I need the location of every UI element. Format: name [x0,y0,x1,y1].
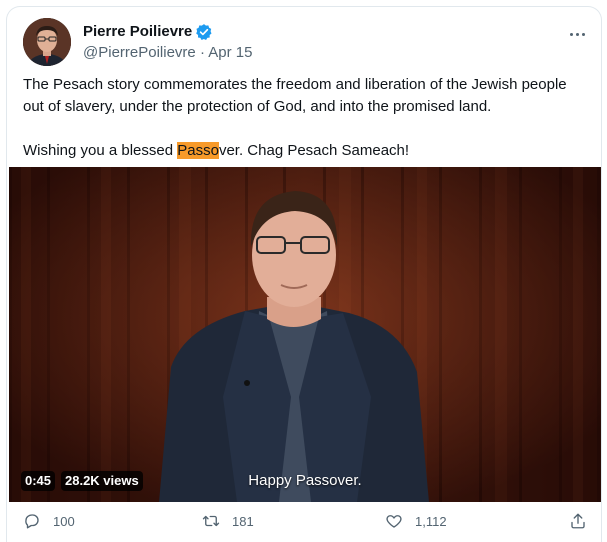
meta-separator: · [199,44,205,61]
reply-count: 100 [53,513,75,529]
more-icon[interactable] [565,25,589,43]
author-handle[interactable]: @PierrePoilievre [83,44,196,61]
like-button[interactable]: 1,112 [385,512,447,530]
tweet-date[interactable]: Apr 15 [208,44,252,61]
tweet-card[interactable]: Pierre Poilievre @PierrePoilievre · Apr … [6,6,602,542]
tweet-text-after-highlight: ver. Chag Pesach Sameach! [218,142,410,159]
video-caption: Happy Passover. [248,472,362,489]
reply-button[interactable]: 100 [23,512,75,530]
share-icon [569,512,587,530]
search-highlight: Passo [177,142,219,159]
retweet-icon [202,512,220,530]
video-player[interactable]: 0:45 28.2K views Happy Passover. [9,167,601,502]
tweet-text: The Pesach story commemorates the freedo… [23,74,589,162]
author-meta: @PierrePoilievre · Apr 15 [83,43,252,63]
retweet-button[interactable]: 181 [202,512,254,530]
reply-icon [23,512,41,530]
heart-icon [385,512,403,530]
share-button[interactable] [569,512,587,530]
author-display-name[interactable]: Pierre Poilievre [83,22,192,41]
tweet-text-paragraph-1: The Pesach story commemorates the freedo… [23,76,567,115]
like-count: 1,112 [415,513,447,529]
avatar[interactable] [23,18,71,66]
tweet-actions: 100 181 1,112 [7,512,603,542]
verified-badge-icon [195,23,213,41]
tweet-text-before-highlight: Wishing you a blessed [23,142,178,159]
tweet-header: Pierre Poilievre @PierrePoilievre · Apr … [23,18,252,66]
video-frame [9,167,601,502]
retweet-count: 181 [232,513,254,529]
tweet-text-paragraph-2: Wishing you a blessed Passover. Chag Pes… [23,140,589,162]
